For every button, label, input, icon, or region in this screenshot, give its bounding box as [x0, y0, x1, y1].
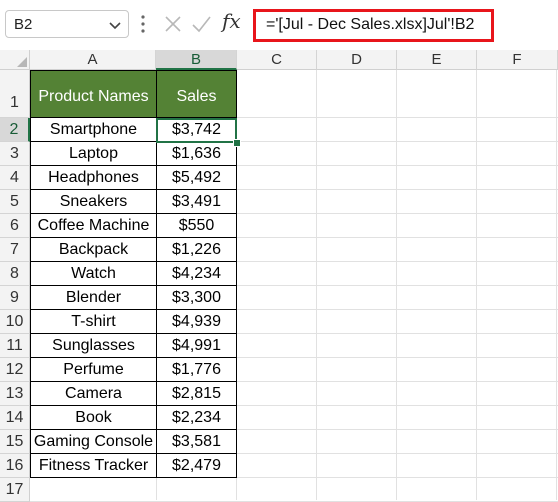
worksheet-grid: A B C D E F 1 2 3 4 5 6 7 8 9 10 11 12 13 14 15 16 17 Pr… [0, 50, 558, 502]
select-all-button[interactable] [0, 50, 30, 70]
product-name-cell[interactable]: T-shirt [30, 310, 157, 334]
product-name-cell[interactable]: Gaming Console [30, 430, 157, 454]
sales-cell[interactable]: $3,742 [156, 118, 237, 142]
sales-cell[interactable]: $550 [156, 214, 237, 238]
insert-function-icon[interactable]: fx [222, 9, 241, 33]
column-header-e[interactable]: E [397, 50, 477, 70]
row-header-8[interactable]: 8 [0, 262, 30, 286]
product-name-cell[interactable]: Perfume [30, 358, 157, 382]
product-name-cell[interactable]: Blender [30, 286, 157, 310]
name-box[interactable]: B2 [5, 10, 129, 38]
row-header-6[interactable]: 6 [0, 214, 30, 238]
row-header-12[interactable]: 12 [0, 358, 30, 382]
product-name-cell[interactable]: Watch [30, 262, 157, 286]
sales-cell[interactable]: $4,234 [156, 262, 237, 286]
formula-input[interactable]: ='[Jul - Dec Sales.xlsx]Jul'!B2 [253, 9, 494, 42]
sales-cell[interactable]: $4,939 [156, 310, 237, 334]
sales-cell[interactable]: $4,991 [156, 334, 237, 358]
product-name-cell[interactable]: Sunglasses [30, 334, 157, 358]
row-header-4[interactable]: 4 [0, 166, 30, 190]
row-header-5[interactable]: 5 [0, 190, 30, 214]
sales-cell[interactable]: $5,492 [156, 166, 237, 190]
sales-cell[interactable]: $1,636 [156, 142, 237, 166]
sales-cell[interactable]: $2,479 [156, 454, 237, 478]
sales-cell[interactable]: $1,226 [156, 238, 237, 262]
product-name-cell[interactable]: Laptop [30, 142, 157, 166]
column-header-d[interactable]: D [317, 50, 397, 70]
product-name-cell[interactable]: Backpack [30, 238, 157, 262]
product-name-cell[interactable]: Book [30, 406, 157, 430]
row-header-3[interactable]: 3 [0, 142, 30, 166]
header-product-names[interactable]: Product Names [30, 70, 157, 118]
column-header-c[interactable]: C [237, 50, 317, 70]
formula-text: ='[Jul - Dec Sales.xlsx]Jul'!B2 [266, 16, 475, 33]
product-name-cell[interactable]: Smartphone [30, 118, 157, 142]
sales-cell[interactable]: $2,234 [156, 406, 237, 430]
row-header-2[interactable]: 2 [0, 118, 30, 142]
chevron-down-icon[interactable] [108, 18, 122, 32]
row-header-13[interactable]: 13 [0, 382, 30, 406]
fill-handle[interactable] [233, 139, 241, 147]
sales-cell[interactable]: $3,491 [156, 190, 237, 214]
row-header-14[interactable]: 14 [0, 406, 30, 430]
row-header-9[interactable]: 9 [0, 286, 30, 310]
sales-cell[interactable]: $1,776 [156, 358, 237, 382]
product-name-cell[interactable]: Headphones [30, 166, 157, 190]
sales-cell[interactable]: $3,300 [156, 286, 237, 310]
row-header-10[interactable]: 10 [0, 310, 30, 334]
product-name-cell[interactable]: Camera [30, 382, 157, 406]
name-box-value: B2 [14, 16, 33, 33]
cancel-icon[interactable] [162, 13, 184, 35]
product-name-cell[interactable]: Fitness Tracker [30, 454, 157, 478]
row-header-16[interactable]: 16 [0, 454, 30, 478]
sales-cell[interactable]: $2,815 [156, 382, 237, 406]
column-header-a[interactable]: A [30, 50, 156, 70]
sales-cell[interactable]: $3,581 [156, 430, 237, 454]
formula-bar: B2 fx ='[Jul - Dec Sales.xlsx]Jul'!B2 [0, 0, 558, 50]
product-name-cell[interactable]: Sneakers [30, 190, 157, 214]
header-sales[interactable]: Sales [156, 70, 237, 118]
product-name-cell[interactable]: Coffee Machine [30, 214, 157, 238]
row-header-1[interactable]: 1 [0, 70, 30, 118]
row-header-11[interactable]: 11 [0, 334, 30, 358]
row-header-7[interactable]: 7 [0, 238, 30, 262]
row-header-15[interactable]: 15 [0, 430, 30, 454]
enter-check-icon[interactable] [190, 13, 212, 35]
more-options-icon[interactable] [140, 14, 146, 34]
row-header-17[interactable]: 17 [0, 478, 30, 502]
column-header-f[interactable]: F [477, 50, 558, 70]
column-header-b[interactable]: B [156, 50, 237, 70]
